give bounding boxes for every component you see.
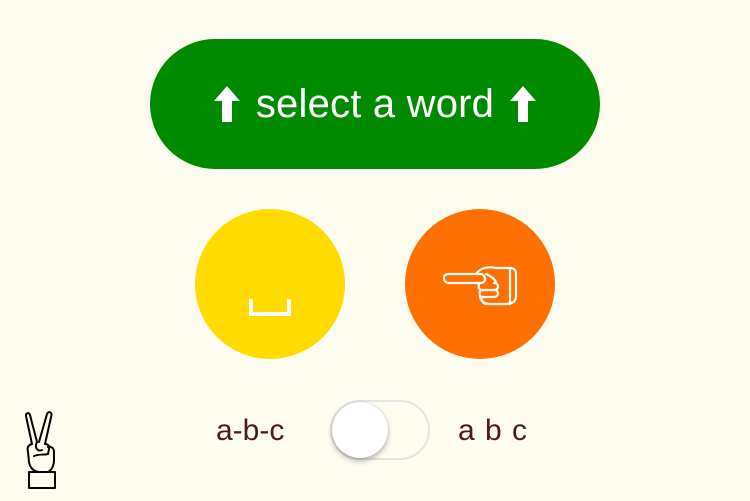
select-word-button[interactable]: select a word	[150, 39, 600, 169]
spaced-label: a b c	[458, 414, 529, 447]
hyphenated-label: a-b-c	[216, 414, 285, 447]
pointing-hand-button[interactable]	[405, 209, 555, 359]
space-bracket-icon	[249, 299, 291, 316]
up-arrow-icon	[212, 84, 242, 124]
space-button[interactable]	[195, 209, 345, 359]
pointing-hand-icon	[442, 266, 518, 306]
separator-toggle-row: a-b-c a b c	[0, 398, 750, 462]
up-arrow-icon	[508, 84, 538, 124]
toggle-knob[interactable]	[332, 402, 388, 458]
select-word-label: select a word	[255, 81, 495, 126]
separator-toggle[interactable]	[330, 400, 430, 460]
